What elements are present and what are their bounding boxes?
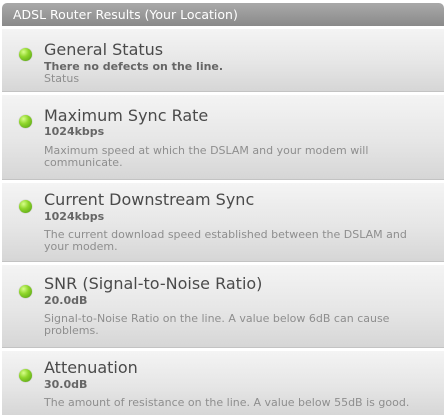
result-row-attenuation: Attenuation 30.0dB The amount of resista… [2,350,444,415]
result-value: 1024kbps [44,210,105,223]
result-title: Attenuation [44,358,138,377]
result-row-general-status: General Status There no defects on the l… [2,28,444,92]
status-ok-icon [19,115,32,128]
result-row-snr: SNR (Signal-to-Noise Ratio) 20.0dB Signa… [2,264,444,348]
result-row-current-downstream-sync: Current Downstream Sync 1024kbps The cur… [2,182,444,262]
result-description: The amount of resistance on the line. A … [44,396,410,409]
result-title: SNR (Signal-to-Noise Ratio) [44,274,263,293]
result-title: General Status [44,40,164,59]
status-ok-icon [19,200,32,213]
result-description: The current download speed established b… [44,228,407,253]
status-ok-icon [19,48,32,61]
result-description: Status [44,72,80,85]
result-row-maximum-sync-rate: Maximum Sync Rate 1024kbps Maximum speed… [2,94,444,180]
status-ok-icon [19,369,32,382]
result-value: 30.0dB [44,378,88,391]
result-title: Current Downstream Sync [44,190,255,209]
result-description: Maximum speed at which the DSLAM and you… [44,144,369,169]
result-title: Maximum Sync Rate [44,106,209,125]
panel-title: ADSL Router Results (Your Location) [13,7,238,22]
status-ok-icon [19,285,32,298]
result-value: 20.0dB [44,294,88,307]
panel-header: ADSL Router Results (Your Location) [2,3,444,26]
result-value: 1024kbps [44,125,105,138]
result-description: Signal-to-Noise Ratio on the line. A val… [44,312,390,337]
adsl-results-panel: ADSL Router Results (Your Location) Gene… [0,0,446,415]
